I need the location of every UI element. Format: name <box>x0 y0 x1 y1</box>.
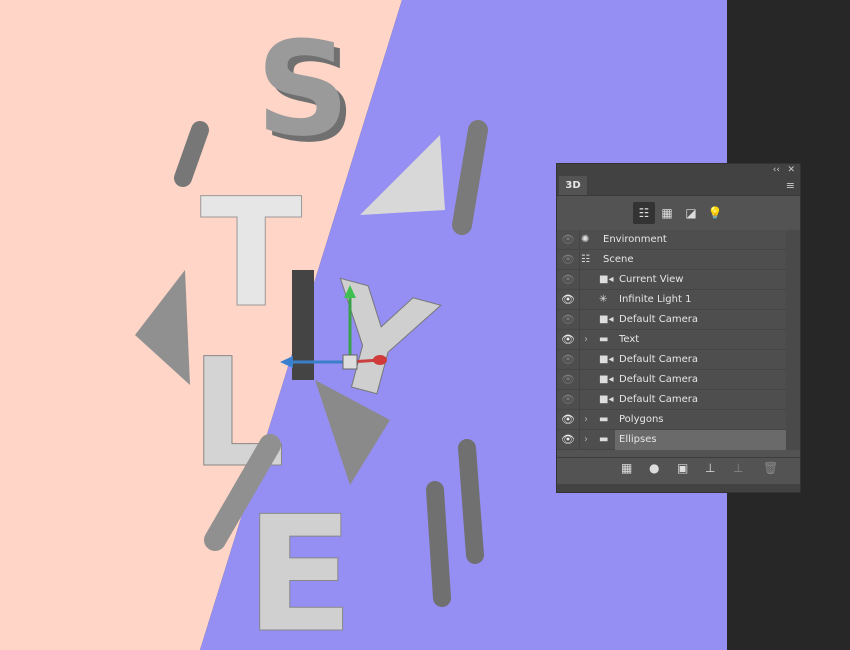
close-icon[interactable]: ✕ <box>787 164 795 176</box>
environment-icon: ✺ <box>581 234 590 245</box>
folder-icon: ▬ <box>599 434 609 445</box>
cylinder-4 <box>458 439 484 564</box>
scene-item[interactable]: 👁 › ▬ Polygons <box>557 410 787 430</box>
camera-icon: ■◂ <box>599 354 614 365</box>
delete-icon: 🗑 <box>763 461 779 475</box>
ground-plane-icon[interactable]: ⊥ <box>705 461 715 475</box>
item-label: Text <box>619 334 640 345</box>
filter-toolbar: ☷ ▦ ◪ 💡 <box>557 196 800 230</box>
scene-item[interactable]: 👁 ☷ Scene <box>557 250 787 270</box>
panel-menu-icon[interactable]: ≡ <box>786 179 795 192</box>
light-filter-icon[interactable]: 💡 <box>704 202 726 224</box>
collapse-icon[interactable]: ‹‹ <box>773 164 780 176</box>
light-icon: ✳ <box>599 294 608 305</box>
camera-icon: ■◂ <box>599 394 614 405</box>
visibility-eye-icon[interactable]: 👁 <box>557 270 580 290</box>
scene-filter-icon[interactable]: ☷ <box>633 202 655 224</box>
folder-icon: ▬ <box>599 414 609 425</box>
new-light-icon[interactable]: ● <box>649 461 659 475</box>
item-label: Current View <box>619 274 684 285</box>
drop-to-plane-icon: ⊥ <box>733 461 744 475</box>
resize-grip[interactable] <box>557 484 800 492</box>
item-label: Scene <box>603 254 634 265</box>
camera-icon: ■◂ <box>599 274 614 285</box>
scene-item[interactable]: 👁 ✺ Environment <box>557 230 787 250</box>
render-icon[interactable]: ▣ <box>677 461 688 475</box>
visibility-eye-icon[interactable]: 👁 <box>557 230 580 250</box>
chevron-right-icon[interactable]: › <box>584 330 588 350</box>
folder-icon: ▬ <box>599 334 609 345</box>
visibility-eye-icon[interactable]: 👁 <box>557 350 580 370</box>
visibility-eye-icon[interactable]: 👁 <box>557 430 580 450</box>
visibility-eye-icon[interactable]: 👁 <box>557 370 580 390</box>
chevron-right-icon[interactable]: › <box>584 410 588 430</box>
letter-e: E <box>245 481 354 650</box>
item-label: Environment <box>603 234 667 245</box>
item-label: Polygons <box>619 414 664 425</box>
mesh-filter-icon[interactable]: ▦ <box>656 202 678 224</box>
item-label: Ellipses <box>615 430 787 450</box>
scene-item[interactable]: 👁 ■◂ Default Camera <box>557 350 787 370</box>
new-mesh-icon[interactable]: ▦ <box>621 461 632 475</box>
chevron-right-icon[interactable]: › <box>584 430 588 450</box>
scene-item[interactable]: 👁 › ▬ Text <box>557 330 787 350</box>
scene-icon: ☷ <box>581 254 590 265</box>
item-label: Default Camera <box>619 314 698 325</box>
tab-3d[interactable]: 3D <box>559 176 587 195</box>
item-label: Infinite Light 1 <box>619 294 692 305</box>
scene-item[interactable]: 👁 ■◂ Default Camera <box>557 310 787 330</box>
visibility-eye-icon[interactable]: 👁 <box>557 290 580 310</box>
scene-item[interactable]: 👁 ■◂ Current View <box>557 270 787 290</box>
camera-icon: ■◂ <box>599 374 614 385</box>
scene-item[interactable]: 👁 ■◂ Default Camera <box>557 390 787 410</box>
camera-icon: ■◂ <box>599 314 614 325</box>
item-label: Default Camera <box>619 354 698 365</box>
panel-titlebar: ‹‹ ✕ <box>557 164 800 176</box>
item-label: Default Camera <box>619 394 698 405</box>
scene-item[interactable]: 👁 › ▬ Ellipses <box>557 430 787 450</box>
visibility-eye-icon[interactable]: 👁 <box>557 250 580 270</box>
letter-s: S <box>256 13 350 165</box>
scene-item[interactable]: 👁 ✳ Infinite Light 1 <box>557 290 787 310</box>
letter-t: T <box>200 167 302 341</box>
visibility-eye-icon[interactable]: 👁 <box>557 390 580 410</box>
cylinder-5 <box>426 481 451 607</box>
visibility-eye-icon[interactable]: 👁 <box>557 310 580 330</box>
material-filter-icon[interactable]: ◪ <box>680 202 702 224</box>
visibility-eye-icon[interactable]: 👁 <box>557 410 580 430</box>
visibility-eye-icon[interactable]: 👁 <box>557 330 580 350</box>
scene-item[interactable]: 👁 ■◂ Default Camera <box>557 370 787 390</box>
panel-footer: ▦ ● ▣ ⊥ ⊥ 🗑 <box>557 457 800 482</box>
scrollbar[interactable] <box>786 230 800 450</box>
item-label: Default Camera <box>619 374 698 385</box>
scene-tree: 👁 ✺ Environment 👁 ☷ Scene 👁 ■◂ Current View 👁 ✳ Inf… <box>557 230 787 450</box>
letter-l: L <box>190 327 286 501</box>
3d-panel: ‹‹ ✕ 3D ≡ ☷ ▦ ◪ 💡 👁 ✺ Environment 👁 ☷ Scene 👁 ■… <box>556 163 801 493</box>
